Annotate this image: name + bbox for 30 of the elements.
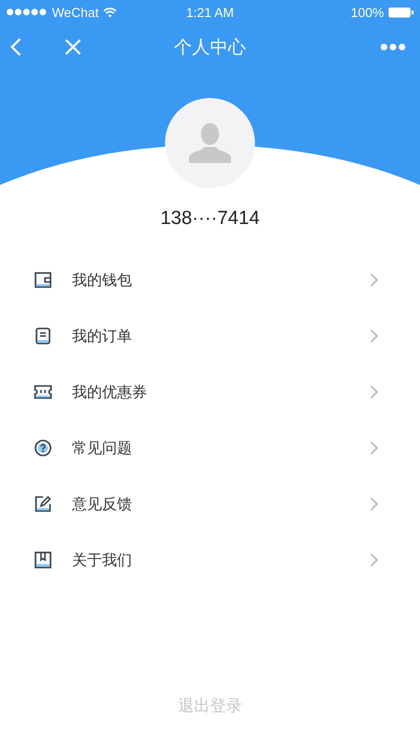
signal-icon xyxy=(6,8,48,16)
menu-item[interactable]: 关于我们 xyxy=(72,550,370,570)
back-icon[interactable] xyxy=(10,37,22,57)
menu-item[interactable]: 我的钱包 xyxy=(72,270,370,290)
help-icon xyxy=(34,439,52,457)
book-icon xyxy=(34,551,52,569)
chevron-right-icon xyxy=(370,385,378,399)
chevron-right-icon xyxy=(370,441,378,455)
chevron-right-icon xyxy=(370,553,378,567)
battery-percent: 100% xyxy=(350,4,384,20)
close-icon[interactable] xyxy=(64,38,82,56)
edit-icon xyxy=(34,495,52,513)
chevron-right-icon xyxy=(370,273,378,287)
ticket-icon xyxy=(34,383,52,401)
menu-item[interactable]: 意见反馈 xyxy=(72,494,370,514)
status-time: 1:21 AM xyxy=(186,4,234,20)
wifi-icon xyxy=(102,6,117,18)
battery-icon xyxy=(388,6,414,18)
menu-item[interactable]: 我的优惠券 xyxy=(72,382,370,402)
chevron-right-icon xyxy=(370,497,378,511)
page-title: 个人中心 xyxy=(174,36,246,59)
wallet-icon xyxy=(34,271,52,289)
chevron-right-icon xyxy=(370,329,378,343)
menu-item[interactable]: 我的订单 xyxy=(72,326,370,346)
receipt-icon xyxy=(34,327,52,345)
carrier-name: WeChat xyxy=(52,4,99,20)
more-icon[interactable] xyxy=(380,43,406,51)
phone-number: 138····7414 xyxy=(159,208,261,230)
menu-item[interactable]: 常见问题 xyxy=(72,438,370,458)
user-icon xyxy=(189,121,231,163)
